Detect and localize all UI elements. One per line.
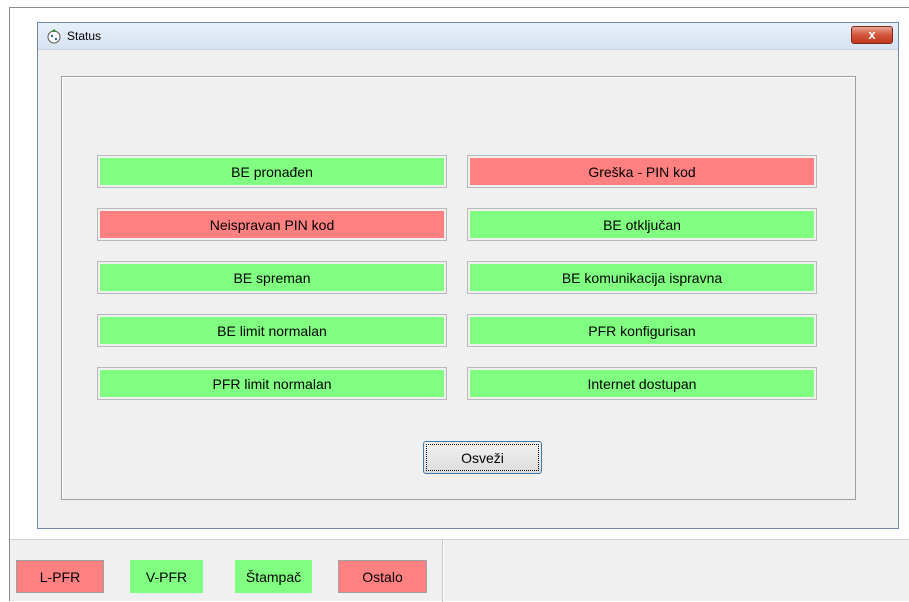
indicator-l-pfr[interactable]: L-PFR [16,560,104,593]
status-label: Internet dostupan [470,370,814,397]
status-invalid-pin: Neispravan PIN kod [97,208,447,241]
refresh-button-label: Osveži [426,444,539,471]
status-label: BE pronađen [100,158,444,185]
status-label: PFR limit normalan [100,370,444,397]
indicator-printer: Štampač [235,560,312,593]
status-be-found: BE pronađen [97,155,447,188]
status-label: BE komunikacija ispravna [470,264,814,291]
status-window: Status x BE pronađen Greška - PIN kod Ne… [37,22,899,529]
indicator-other[interactable]: Ostalo [338,560,427,593]
window-titlebar[interactable]: Status x [38,23,898,50]
status-internet: Internet dostupan [467,367,817,400]
bottom-status-bar: L-PFR V-PFR Štampač Ostalo [10,539,909,602]
close-button[interactable]: x [851,26,893,44]
status-panel: BE pronađen Greška - PIN kod Neispravan … [61,76,856,500]
status-label: BE spreman [100,264,444,291]
status-be-ready: BE spreman [97,261,447,294]
status-label: BE otključan [470,211,814,238]
indicator-v-pfr: V-PFR [130,560,203,593]
status-be-communication: BE komunikacija ispravna [467,261,817,294]
window-title: Status [67,29,102,43]
close-icon: x [868,27,876,42]
refresh-button[interactable]: Osveži [423,441,542,474]
app-icon [47,29,61,44]
status-be-limit: BE limit normalan [97,314,447,347]
status-pfr-limit: PFR limit normalan [97,367,447,400]
bottom-divider [442,540,444,602]
status-pfr-configured: PFR konfigurisan [467,314,817,347]
status-be-unlocked: BE otključan [467,208,817,241]
status-pin-error: Greška - PIN kod [467,155,817,188]
status-label: BE limit normalan [100,317,444,344]
status-label: Greška - PIN kod [470,158,814,185]
status-label: PFR konfigurisan [470,317,814,344]
status-label: Neispravan PIN kod [100,211,444,238]
